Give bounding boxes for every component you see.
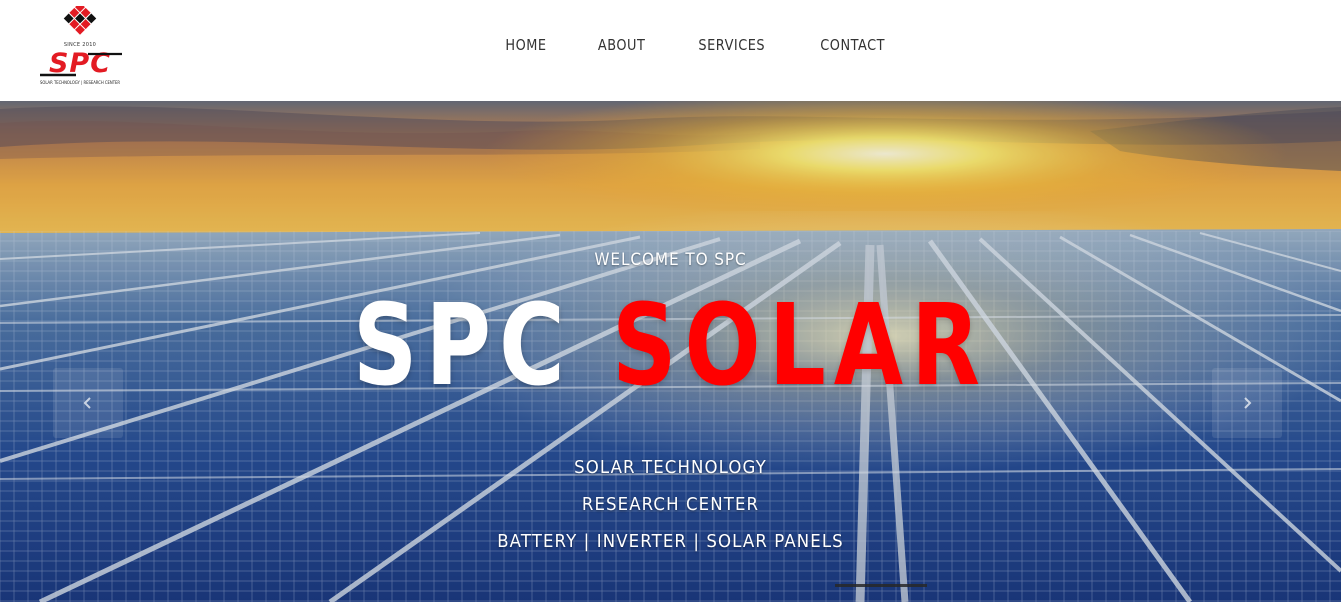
nav-item-about[interactable]: ABOUT [579, 36, 664, 54]
hero-kicker: WELCOME TO SPC [594, 250, 747, 270]
nav-item-contact[interactable]: CONTACT [801, 36, 904, 54]
chevron-right-icon [1244, 397, 1252, 409]
hero-title: SPC SOLAR [134, 281, 1207, 411]
nav-item-home[interactable]: HOME [486, 36, 565, 54]
main-nav: HOME ABOUT SERVICES CONTACT [480, 36, 912, 54]
hero-carousel: WELCOME TO SPC SPC SOLAR SOLAR TECHNOLOG… [0, 101, 1341, 602]
hero-line-products: BATTERY | INVERTER | SOLAR PANELS [497, 531, 844, 552]
logo-diamond-grid-icon [63, 6, 97, 35]
carousel-prev-button[interactable] [53, 368, 123, 438]
hero-title-spc: SPC [352, 281, 573, 411]
hero-title-solar: SOLAR [612, 281, 989, 411]
logo-wordmark-text: SPC [49, 48, 111, 78]
carousel-indicator-active[interactable] [835, 584, 927, 587]
hero-line-research-center: RESEARCH CENTER [581, 494, 760, 515]
logo-wordmark: SPC [40, 48, 122, 78]
nav-item-services[interactable]: SERVICES [680, 36, 785, 54]
site-header: SINCE 2010 SPC SOLAR TECHNOLOGY | RESEAR… [0, 0, 1341, 101]
logo-tagline: SOLAR TECHNOLOGY | RESEARCH CENTER [40, 80, 120, 85]
hero-line-solar-technology: SOLAR TECHNOLOGY [574, 457, 767, 478]
carousel-next-button[interactable] [1212, 368, 1282, 438]
logo[interactable]: SINCE 2010 SPC SOLAR TECHNOLOGY | RESEAR… [34, 6, 126, 90]
chevron-left-icon [83, 397, 91, 409]
